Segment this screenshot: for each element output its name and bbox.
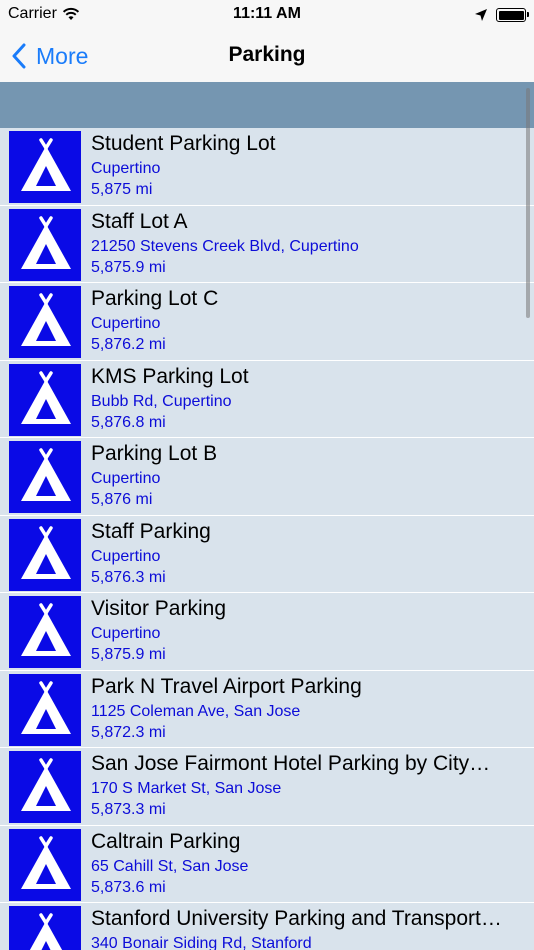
location-address: 65 Cahill St, San Jose bbox=[91, 857, 249, 875]
list-item[interactable]: Park N Travel Airport Parking 1125 Colem… bbox=[0, 671, 534, 748]
tent-icon bbox=[9, 518, 81, 591]
battery-icon bbox=[496, 8, 529, 22]
location-distance: 5,873.3 mi bbox=[91, 801, 166, 818]
tent-icon bbox=[9, 363, 81, 436]
tent-icon bbox=[9, 828, 81, 901]
location-address: 21250 Stevens Creek Blvd, Cupertino bbox=[91, 237, 359, 255]
list-item[interactable]: Parking Lot C Cupertino 5,876.2 mi bbox=[0, 283, 534, 361]
list-item[interactable]: KMS Parking Lot Bubb Rd, Cupertino 5,876… bbox=[0, 361, 534, 438]
list-item[interactable]: Parking Lot B Cupertino 5,876 mi bbox=[0, 438, 534, 516]
location-name: Caltrain Parking bbox=[91, 829, 241, 853]
location-distance: 5,876.8 mi bbox=[91, 413, 166, 431]
list-item[interactable]: Student Parking Lot Cupertino 5,875 mi bbox=[0, 128, 534, 206]
tent-icon bbox=[9, 208, 81, 281]
list-item[interactable]: Staff Lot A 21250 Stevens Creek Blvd, Cu… bbox=[0, 206, 534, 283]
parking-list[interactable]: Student Parking Lot Cupertino 5,875 mi S… bbox=[0, 128, 534, 950]
tent-icon bbox=[9, 596, 81, 668]
location-address: Cupertino bbox=[91, 625, 161, 642]
location-name: San Jose Fairmont Hotel Parking by City… bbox=[91, 752, 491, 775]
tent-icon bbox=[9, 441, 81, 513]
tent-icon bbox=[9, 906, 81, 950]
list-item[interactable]: Caltrain Parking 65 Cahill St, San Jose … bbox=[0, 826, 534, 903]
page-title: Parking bbox=[228, 43, 306, 66]
location-name: KMS Parking Lot bbox=[91, 364, 249, 388]
list-item[interactable]: San Jose Fairmont Hotel Parking by City…… bbox=[0, 748, 534, 826]
location-distance: 5,876.3 mi bbox=[91, 568, 166, 586]
location-distance: 5,873.6 mi bbox=[91, 878, 166, 896]
location-name: Staff Parking bbox=[91, 519, 211, 543]
location-name: Staff Lot A bbox=[91, 209, 188, 233]
location-name: Stanford University Parking and Transpor… bbox=[91, 907, 502, 930]
location-address: Bubb Rd, Cupertino bbox=[91, 392, 232, 410]
tent-icon bbox=[9, 751, 81, 823]
status-time: 11:11 AM bbox=[233, 5, 301, 22]
location-address: Cupertino bbox=[91, 160, 161, 177]
tent-icon bbox=[9, 673, 81, 746]
scrollbar[interactable] bbox=[526, 88, 530, 318]
location-distance: 5,872.3 mi bbox=[91, 723, 166, 741]
tent-icon bbox=[9, 131, 81, 203]
location-name: Parking Lot C bbox=[91, 287, 219, 310]
list-item[interactable]: Visitor Parking Cupertino 5,875.9 mi bbox=[0, 593, 534, 671]
location-address: Cupertino bbox=[91, 547, 161, 565]
location-address: 1125 Coleman Ave, San Jose bbox=[91, 702, 301, 720]
location-distance: 5,876 mi bbox=[91, 491, 153, 508]
navigation-bar: More Parking bbox=[0, 30, 534, 82]
location-address: 170 S Market St, San Jose bbox=[91, 780, 282, 797]
list-item[interactable]: Stanford University Parking and Transpor… bbox=[0, 903, 534, 950]
location-name: Parking Lot B bbox=[91, 442, 218, 465]
location-name: Park N Travel Airport Parking bbox=[91, 674, 362, 698]
status-bar: Carrier 11:11 AM bbox=[0, 0, 534, 30]
tent-icon bbox=[9, 286, 81, 358]
search-header-band bbox=[0, 82, 534, 128]
location-address: 340 Bonair Siding Rd, Stanford bbox=[91, 935, 312, 950]
list-item[interactable]: Staff Parking Cupertino 5,876.3 mi bbox=[0, 516, 534, 593]
location-name: Student Parking Lot bbox=[91, 132, 276, 155]
location-distance: 5,875 mi bbox=[91, 181, 153, 198]
location-address: Cupertino bbox=[91, 470, 161, 487]
location-distance: 5,875.9 mi bbox=[91, 258, 166, 276]
location-address: Cupertino bbox=[91, 315, 161, 332]
location-distance: 5,876.2 mi bbox=[91, 336, 166, 353]
location-name: Visitor Parking bbox=[91, 597, 227, 620]
location-arrow-icon bbox=[474, 8, 488, 27]
location-distance: 5,875.9 mi bbox=[91, 646, 166, 663]
